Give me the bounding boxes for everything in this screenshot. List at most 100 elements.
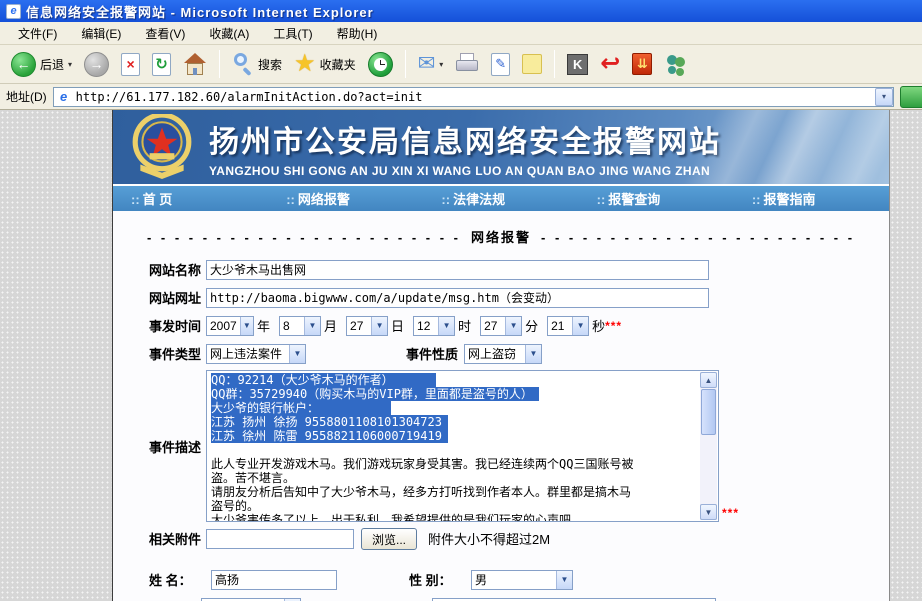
print-icon [455, 53, 479, 75]
id-number-input[interactable] [432, 597, 716, 601]
selected-text-line: QQ：92214（大少爷木马的作者） [211, 373, 700, 387]
form-content: - - - - - - - - - - - - - - - - - - - - … [113, 211, 889, 601]
chevron-down-icon: ▼ [304, 316, 321, 335]
search-label: 搜索 [258, 57, 283, 72]
refresh-button[interactable]: ↻ [147, 51, 176, 78]
address-input[interactable]: e http://61.177.182.60/alarmInitAction.d… [52, 86, 894, 107]
go-button[interactable] [900, 85, 922, 108]
gender-select[interactable]: 男 ▼ [471, 569, 573, 590]
name-input[interactable] [211, 569, 337, 590]
forward-button[interactable]: → [79, 50, 114, 79]
menu-favorites[interactable]: 收藏(A) [199, 22, 259, 45]
site-name-label: 网站名称 [149, 263, 202, 278]
favorites-star-icon: ★ [294, 50, 316, 77]
ie-icon: e [60, 89, 68, 104]
flashget-button[interactable]: ↩ [595, 51, 625, 77]
back-button[interactable]: ← 后退 ▾ [6, 50, 77, 79]
mail-button[interactable]: ✉ ▾ [413, 52, 449, 76]
attachment-label: 相关附件 [149, 532, 202, 547]
chevron-down-icon: ▼ [289, 344, 305, 363]
site-name-row: 网站名称 [149, 258, 889, 281]
browse-button[interactable]: 浏览... [361, 527, 418, 550]
chevron-down-icon: ▼ [556, 570, 572, 589]
attachment-input[interactable] [206, 528, 354, 549]
edit-icon: ✎ [491, 52, 511, 76]
print-button[interactable] [450, 51, 484, 77]
day-select[interactable]: 27 ▼ [346, 315, 389, 336]
site-url-input[interactable] [206, 287, 709, 308]
toolbar-separator [554, 50, 556, 78]
required-marker: *** [605, 318, 623, 333]
site-url-row: 网站网址 [149, 286, 889, 309]
menu-view[interactable]: 查看(V) [135, 22, 195, 45]
year-select[interactable]: 2007 ▼ [206, 315, 254, 336]
mail-dropdown-icon: ▾ [439, 59, 444, 69]
selected-text-line: 江苏 徐州 陈雷 9558821106000719419 [211, 429, 700, 443]
incident-nature-select[interactable]: 网上盗窃 ▼ [464, 343, 543, 364]
people-icon [664, 53, 688, 75]
nav-item-guide[interactable]: :: 报警指南 [734, 189, 889, 208]
text-line: 大少爷害传多了以上，出于私利，我希望提供的是我们玩家的心声吧 [211, 513, 572, 521]
month-select[interactable]: 8 ▼ [279, 315, 322, 336]
section-heading: - - - - - - - - - - - - - - - - - - - - … [146, 230, 856, 245]
scroll-up-button[interactable]: ▲ [700, 372, 717, 388]
address-bar: 地址(D) e http://61.177.182.60/alarmInitAc… [0, 84, 922, 110]
name-row: 姓 名： 性 别： 男▼ [149, 568, 889, 591]
refresh-icon: ↻ [152, 52, 172, 76]
menu-file[interactable]: 文件(F) [8, 22, 67, 45]
nav-item-laws[interactable]: :: 法律法规 [423, 189, 578, 208]
window-title: 信息网络安全报警网站 - Microsoft Internet Explorer [26, 4, 374, 20]
web-page: 扬州市公安局信息网络安全报警网站 YANGZHOU SHI GONG AN JU… [112, 110, 890, 601]
home-button[interactable] [178, 51, 212, 78]
edit-button[interactable]: ✎ [486, 51, 515, 78]
address-dropdown-button[interactable]: ▾ [875, 87, 893, 106]
year-unit: 年 [257, 319, 271, 334]
chevron-down-icon: ▼ [371, 316, 388, 335]
second-select[interactable]: 21 ▼ [547, 315, 590, 336]
search-button[interactable]: 搜索 [227, 50, 287, 78]
favorites-button[interactable]: ★ 收藏夹 [289, 51, 361, 77]
chevron-down-icon: ▼ [505, 316, 522, 335]
menu-bar: 文件(F) 编辑(E) 查看(V) 收藏(A) 工具(T) 帮助(H) [0, 22, 922, 45]
description-textarea[interactable]: QQ：92214（大少爷木马的作者） QQ群：35729940（购买木马的VIP… [206, 370, 719, 522]
required-marker: *** [722, 506, 740, 520]
incident-type-row: 事件类型 网上违法案件 ▼ 事件性质 网上盗窃 ▼ [149, 342, 889, 365]
site-name-input[interactable] [206, 259, 709, 280]
incident-type-select[interactable]: 网上违法案件 ▼ [206, 343, 306, 364]
mail-icon: ✉ [417, 52, 436, 75]
scroll-down-button[interactable]: ▼ [700, 504, 717, 520]
main-nav: :: 首 页 :: 网络报警 :: 法律法规 :: 报警查询 :: 报警指南 [113, 184, 889, 211]
month-unit: 月 [324, 319, 338, 334]
history-button[interactable] [363, 50, 398, 79]
ie-page-icon: e [6, 3, 21, 19]
stop-button[interactable]: × [116, 51, 145, 78]
browser-viewport: 扬州市公安局信息网络安全报警网站 YANGZHOU SHI GONG AN JU… [0, 110, 922, 601]
favorites-label: 收藏夹 [319, 57, 356, 72]
text-line: 盗号的。 [211, 499, 260, 513]
hour-select[interactable]: 12 ▼ [413, 315, 456, 336]
download-manager-button[interactable]: ⇊ [627, 51, 657, 77]
nav-item-home[interactable]: :: 首 页 [113, 189, 268, 208]
nav-item-report[interactable]: :: 网络报警 [268, 189, 423, 208]
second-unit: 秒 [592, 319, 606, 334]
download-box-icon: ⇊ [632, 53, 653, 75]
menu-tools[interactable]: 工具(T) [263, 22, 322, 45]
hour-unit: 时 [458, 319, 472, 334]
forward-icon: → [84, 51, 110, 77]
menu-help[interactable]: 帮助(H) [327, 22, 388, 45]
plugin-k-button[interactable]: K [562, 52, 593, 77]
back-label: 后退 [40, 57, 65, 72]
attachment-hint: 附件大小不得超过2M [428, 532, 551, 547]
contacts-button[interactable] [659, 51, 693, 77]
textarea-scrollbar[interactable]: ▲ ▼ [700, 372, 717, 520]
messenger-button[interactable] [517, 52, 547, 76]
scrollbar-thumb[interactable] [701, 389, 716, 435]
selected-text-line: QQ群：35729940（购买木马的VIP群，里面都是盗号的人） [211, 387, 700, 401]
id-row: 证件名称： 居民身份证▼ 证件号码： [131, 596, 889, 601]
minute-select[interactable]: 27 ▼ [480, 315, 523, 336]
nav-item-query[interactable]: :: 报警查询 [579, 189, 734, 208]
menu-edit[interactable]: 编辑(E) [71, 22, 131, 45]
minute-unit: 分 [525, 319, 539, 334]
attachment-row: 相关附件 浏览... 附件大小不得超过2M [149, 527, 889, 550]
id-type-select[interactable]: 居民身份证▼ [201, 597, 301, 601]
